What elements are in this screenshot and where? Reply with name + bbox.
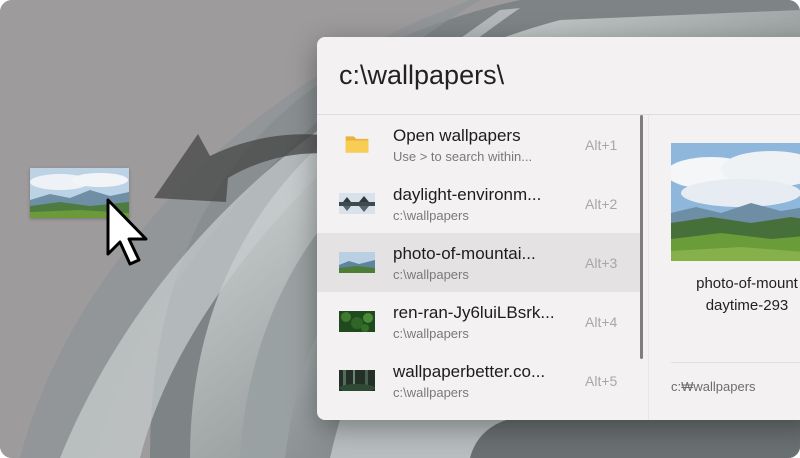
results-list: Open wallpapers Use > to search within..…: [317, 115, 641, 420]
result-subtitle: c:\wallpapers: [393, 385, 469, 400]
image-thumbnail-mountain-icon: [339, 252, 375, 273]
result-hotkey: Alt+5: [585, 373, 618, 389]
preview-title-line1: photo-of-mount: [696, 275, 798, 292]
result-title: daylight-environm...: [393, 185, 542, 204]
preview-path: c:₩wallpapers: [671, 379, 756, 394]
result-hotkey: Alt+1: [585, 137, 618, 153]
result-subtitle: c:\wallpapers: [393, 208, 469, 223]
result-subtitle: c:\wallpapers: [393, 267, 469, 282]
result-subtitle: c:\wallpapers: [393, 326, 469, 341]
image-thumbnail-lake-icon: [339, 193, 375, 214]
result-item-wallpaperbetter[interactable]: wallpaperbetter.co... c:\wallpapers Alt+…: [317, 351, 641, 410]
result-subtitle: Use > to search within...: [393, 149, 533, 164]
result-title: Open wallpapers: [393, 126, 521, 145]
result-title: wallpaperbetter.co...: [393, 362, 546, 381]
result-item-open-wallpapers[interactable]: Open wallpapers Use > to search within..…: [317, 115, 641, 174]
preview-divider: [671, 362, 800, 363]
result-title: photo-of-mountai...: [393, 244, 536, 263]
preview-title-line2: daytime-293: [705, 297, 789, 314]
preview-image: [671, 143, 800, 261]
search-input[interactable]: [339, 55, 779, 95]
image-thumbnail-forest-icon: [339, 370, 375, 391]
result-title: ren-ran-Jy6luiLBsrk...: [393, 303, 555, 322]
result-hotkey: Alt+3: [585, 255, 618, 271]
result-item-photo-of-mountain[interactable]: photo-of-mountai... c:\wallpapers Alt+3: [317, 233, 641, 292]
launcher-window: Open wallpapers Use > to search within..…: [317, 37, 800, 420]
search-bar: [317, 37, 800, 115]
result-hotkey: Alt+4: [585, 314, 618, 330]
folder-icon: [339, 134, 375, 155]
results-scrollbar[interactable]: [640, 115, 643, 359]
preview-pane: photo-of-mount daytime-293 c:₩wallpapers: [649, 115, 800, 420]
mouse-cursor-icon: [106, 198, 148, 266]
result-item-ren-ran[interactable]: ren-ran-Jy6luiLBsrk... c:\wallpapers Alt…: [317, 292, 641, 351]
result-hotkey: Alt+2: [585, 196, 618, 212]
image-thumbnail-leaves-icon: [339, 311, 375, 332]
result-item-daylight[interactable]: daylight-environm... c:\wallpapers Alt+2: [317, 174, 641, 233]
preview-title: photo-of-mount daytime-293: [649, 273, 800, 317]
